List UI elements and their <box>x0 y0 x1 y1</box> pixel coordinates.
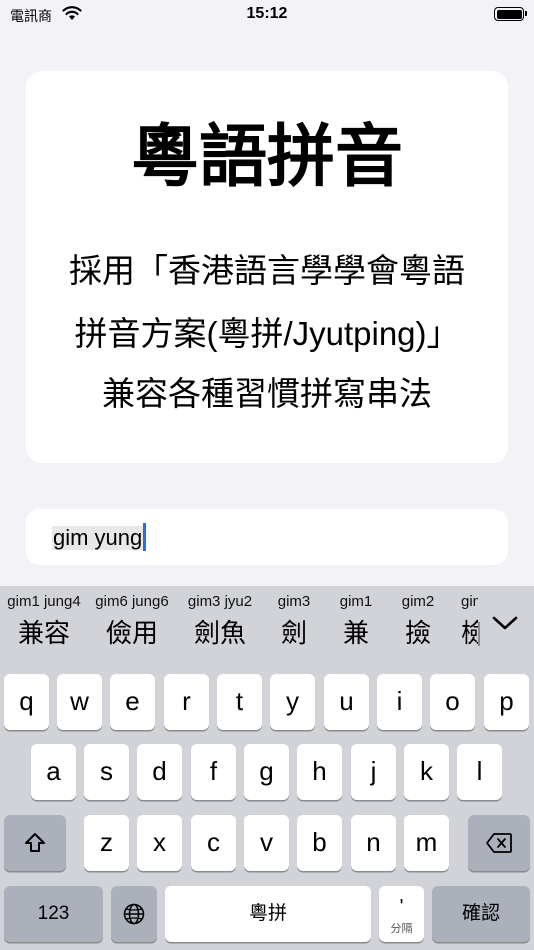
candidate-text: 劍魚 <box>193 618 246 648</box>
candidate-item[interactable]: gim 檢 <box>452 586 478 650</box>
candidate-romanization: gim3 jyu2 <box>187 593 253 610</box>
card-title: 粵語拼音 <box>130 119 403 195</box>
candidate-romanization: gim1 jung4 <box>7 593 81 610</box>
apostrophe-label: ' <box>399 896 404 918</box>
candidate-text: 兼 <box>342 618 369 648</box>
key-s[interactable]: s <box>84 744 129 800</box>
key-d[interactable]: d <box>137 744 182 800</box>
candidate-romanization: gim <box>461 593 478 610</box>
backspace-icon <box>486 833 512 853</box>
candidate-text: 撿 <box>404 618 431 648</box>
candidate-separator <box>478 622 480 646</box>
backspace-key[interactable] <box>468 815 530 871</box>
key-x[interactable]: x <box>137 815 182 871</box>
status-time: 15:12 <box>246 5 288 22</box>
key-m[interactable]: m <box>404 815 449 871</box>
numbers-key[interactable]: 123 <box>4 886 103 942</box>
status-bar: 電訊商 15:12 <box>0 0 534 30</box>
key-v[interactable]: v <box>244 815 289 871</box>
candidate-item[interactable]: gim2 撿 <box>388 586 448 650</box>
candidate-item[interactable]: gim3 jyu2 劍魚 <box>176 586 264 650</box>
shift-key[interactable] <box>4 815 66 871</box>
key-j[interactable]: j <box>351 744 396 800</box>
candidate-item[interactable]: gim1 jung4 兼容 <box>0 586 88 650</box>
candidate-text: 兼容 <box>17 618 70 648</box>
key-n[interactable]: n <box>351 815 396 871</box>
globe-key[interactable] <box>111 886 157 942</box>
chevron-down-icon[interactable] <box>490 614 520 632</box>
key-o[interactable]: o <box>430 674 475 730</box>
apostrophe-sublabel: 分隔 <box>390 923 413 935</box>
text-caret <box>143 523 146 551</box>
input-marked-text: gim yung <box>52 525 144 550</box>
candidate-romanization: gim2 <box>401 593 435 610</box>
key-f[interactable]: f <box>191 744 236 800</box>
battery-icon <box>494 7 527 21</box>
key-a[interactable]: a <box>31 744 76 800</box>
keyboard: gim1 jung4 兼容 gim6 jung6 儉用 gim3 jyu2 劍魚… <box>0 586 534 950</box>
card-description-line-2: 拼音方案(粵拼/Jyutping)」 <box>74 315 460 352</box>
key-y[interactable]: y <box>270 674 315 730</box>
card-description-line-1: 採用「香港語言學學會粵語 <box>69 252 465 289</box>
apostrophe-key[interactable]: ' 分隔 <box>379 886 424 942</box>
key-k[interactable]: k <box>404 744 449 800</box>
globe-icon <box>123 903 145 925</box>
confirm-key[interactable]: 確認 <box>432 886 530 942</box>
candidate-text: 檢 <box>461 618 478 648</box>
candidate-item[interactable]: gim6 jung6 儉用 <box>88 586 176 650</box>
space-key[interactable]: 粵拼 <box>165 886 371 942</box>
key-p[interactable]: p <box>484 674 529 730</box>
key-z[interactable]: z <box>84 815 129 871</box>
key-r[interactable]: r <box>164 674 209 730</box>
key-l[interactable]: l <box>457 744 502 800</box>
info-card: 粵語拼音 採用「香港語言學學會粵語 拼音方案(粵拼/Jyutping)」 兼容各… <box>26 71 508 463</box>
candidate-text: 儉用 <box>105 618 158 648</box>
card-description-line-3: 兼容各種習慣拼寫串法 <box>102 375 432 412</box>
text-input[interactable]: gim yung <box>26 509 508 565</box>
candidate-romanization: gim6 jung6 <box>95 593 169 610</box>
candidate-text: 劍 <box>280 618 307 648</box>
key-h[interactable]: h <box>297 744 342 800</box>
key-b[interactable]: b <box>297 815 342 871</box>
key-u[interactable]: u <box>324 674 369 730</box>
candidate-item[interactable]: gim1 兼 <box>326 586 386 650</box>
key-c[interactable]: c <box>191 815 236 871</box>
key-q[interactable]: q <box>4 674 49 730</box>
key-i[interactable]: i <box>377 674 422 730</box>
key-e[interactable]: e <box>110 674 155 730</box>
candidate-romanization: gim3 <box>277 593 311 610</box>
candidate-bar: gim1 jung4 兼容 gim6 jung6 儉用 gim3 jyu2 劍魚… <box>0 586 534 650</box>
key-g[interactable]: g <box>244 744 289 800</box>
key-w[interactable]: w <box>57 674 102 730</box>
key-t[interactable]: t <box>217 674 262 730</box>
candidate-item[interactable]: gim3 劍 <box>264 586 324 650</box>
shift-icon <box>25 833 45 852</box>
candidate-romanization: gim1 <box>339 593 373 610</box>
